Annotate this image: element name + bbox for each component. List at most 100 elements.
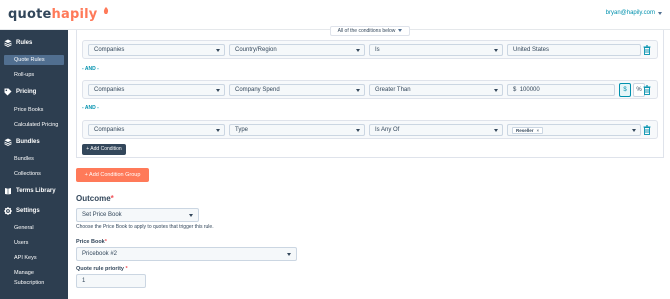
and-separator: - AND - xyxy=(82,66,99,72)
operator-select[interactable]: Greater Than xyxy=(369,84,503,96)
property-select[interactable]: Type xyxy=(229,124,365,136)
select-value: Companies xyxy=(94,127,125,133)
chevron-down-icon xyxy=(356,89,360,92)
property-select[interactable]: Company Spend xyxy=(229,84,365,96)
select-value: Set Price Book xyxy=(82,212,122,218)
value-input[interactable]: United States xyxy=(507,44,641,56)
add-condition-group-button[interactable]: + Add Condition Group xyxy=(76,168,149,182)
sidebar-item-bundles[interactable]: Bundles xyxy=(4,154,64,164)
property-select[interactable]: Country/Region xyxy=(229,44,365,56)
select-value: Companies xyxy=(94,87,125,93)
section-label: Settings xyxy=(16,208,40,214)
heading-text: Outcome xyxy=(76,194,111,203)
sidebar-item-price-books[interactable]: Price Books xyxy=(4,105,64,115)
label-text: Quote rule priority xyxy=(76,266,124,272)
chevron-down-icon xyxy=(216,89,220,92)
sidebar-section-bundles[interactable]: Bundles xyxy=(4,138,40,146)
add-condition-button[interactable]: + Add Condition xyxy=(82,144,126,155)
condition-row: Companies Country/Region Is United State… xyxy=(82,40,658,59)
tag-icon xyxy=(4,88,12,96)
multi-value-select[interactable]: Reseller × xyxy=(507,124,641,136)
select-value: Is xyxy=(375,47,380,53)
priority-label: Quote rule priority * xyxy=(76,266,128,272)
chevron-down-icon xyxy=(494,89,498,92)
chevron-down-icon xyxy=(216,129,220,132)
logo-flame-icon xyxy=(104,7,109,14)
chevron-down-icon xyxy=(356,129,360,132)
select-value: Company Spend xyxy=(235,87,280,93)
outcome-action-select[interactable]: Set Price Book xyxy=(76,208,199,222)
user-email: bryan@hapily.com xyxy=(605,10,655,16)
chevron-down-icon xyxy=(494,49,498,52)
object-select[interactable]: Companies xyxy=(88,124,225,136)
chevron-down-icon xyxy=(658,11,662,15)
priority-input[interactable]: 1 xyxy=(76,274,146,288)
condition-row: Companies Type Is Any Of Reseller × xyxy=(82,120,658,139)
unit-dollar-toggle[interactable]: $ xyxy=(619,83,631,97)
amount-input[interactable]: $ 100000 xyxy=(507,84,615,96)
logo-accent-text: hapily xyxy=(51,7,98,22)
chevron-down-icon xyxy=(356,49,360,52)
select-value: Country/Region xyxy=(235,47,277,53)
select-value: Is Any Of xyxy=(375,127,400,133)
app-logo[interactable]: quotehapily xyxy=(8,7,109,22)
required-mark: * xyxy=(110,194,114,203)
section-label: Rules xyxy=(16,40,33,46)
sidebar-item-manage-subscription[interactable]: Manage Subscription xyxy=(4,268,64,286)
sidebar-section-rules[interactable]: Rules xyxy=(4,39,32,47)
select-value: Pricebook #2 xyxy=(82,251,118,257)
gear-icon xyxy=(4,207,12,215)
trash-icon[interactable] xyxy=(643,45,651,55)
required-mark: * xyxy=(125,266,128,272)
label-text: Price Book xyxy=(76,239,105,245)
select-value: Type xyxy=(235,127,249,133)
price-book-label: Price Book* xyxy=(76,239,107,245)
chevron-down-icon xyxy=(398,29,403,33)
trash-icon[interactable] xyxy=(643,85,651,95)
match-mode-select[interactable]: All of the conditions below xyxy=(330,26,410,36)
operator-select[interactable]: Is Any Of xyxy=(369,124,503,136)
select-value: Companies xyxy=(94,47,125,53)
chip-remove-icon[interactable]: × xyxy=(537,128,540,133)
select-value: Greater Than xyxy=(375,87,411,93)
chevron-down-icon xyxy=(287,253,291,256)
sidebar-section-terms-library[interactable]: Terms Library xyxy=(4,187,56,195)
operator-select[interactable]: Is xyxy=(369,44,503,56)
sidebar-section-settings[interactable]: Settings xyxy=(4,207,40,215)
sidebar-item-quote-rules[interactable]: Quote Rules xyxy=(4,55,64,65)
sidebar-section-pricing[interactable]: Pricing xyxy=(4,88,36,96)
currency-symbol: $ xyxy=(513,87,517,93)
required-mark: * xyxy=(104,239,107,245)
outcome-heading: Outcome* xyxy=(76,194,114,203)
sidebar-item-general[interactable]: General xyxy=(4,223,64,233)
book-icon xyxy=(5,188,11,195)
price-book-select[interactable]: Pricebook #2 xyxy=(76,247,297,261)
sidebar-item-collections[interactable]: Collections xyxy=(4,169,64,179)
amount-value: 100000 xyxy=(519,87,540,93)
object-select[interactable]: Companies xyxy=(88,44,225,56)
chevron-down-icon xyxy=(189,214,193,217)
sidebar-item-calculated-pricing[interactable]: Calculated Pricing xyxy=(4,120,64,130)
sidebar-item-roll-ups[interactable]: Roll-ups xyxy=(4,70,64,80)
sidebar: Rules Quote Rules Roll-ups Pricing Price… xyxy=(0,30,68,299)
user-menu[interactable]: bryan@hapily.com xyxy=(606,10,662,16)
sidebar-item-api-keys[interactable]: API Keys xyxy=(4,253,64,263)
chip-label: Reseller xyxy=(516,128,534,133)
chevron-down-icon xyxy=(216,49,220,52)
chevron-down-icon xyxy=(632,129,636,132)
trash-icon[interactable] xyxy=(643,125,651,135)
section-label: Bundles xyxy=(16,139,40,145)
section-label: Pricing xyxy=(16,89,37,95)
and-separator: - AND - xyxy=(82,105,99,111)
match-mode-value: All of the conditions below xyxy=(337,28,396,34)
value-chip: Reseller × xyxy=(512,127,544,134)
sidebar-item-users[interactable]: Users xyxy=(4,238,64,248)
outcome-help-text: Choose the Price Book to apply to quotes… xyxy=(76,224,214,230)
logo-text: quote xyxy=(8,7,52,22)
object-select[interactable]: Companies xyxy=(88,84,225,96)
condition-row: Companies Company Spend Greater Than $ 1… xyxy=(82,80,658,99)
stack-icon xyxy=(4,138,12,146)
section-label: Terms Library xyxy=(16,188,56,194)
stack-icon xyxy=(4,39,12,47)
chevron-down-icon xyxy=(494,129,498,132)
